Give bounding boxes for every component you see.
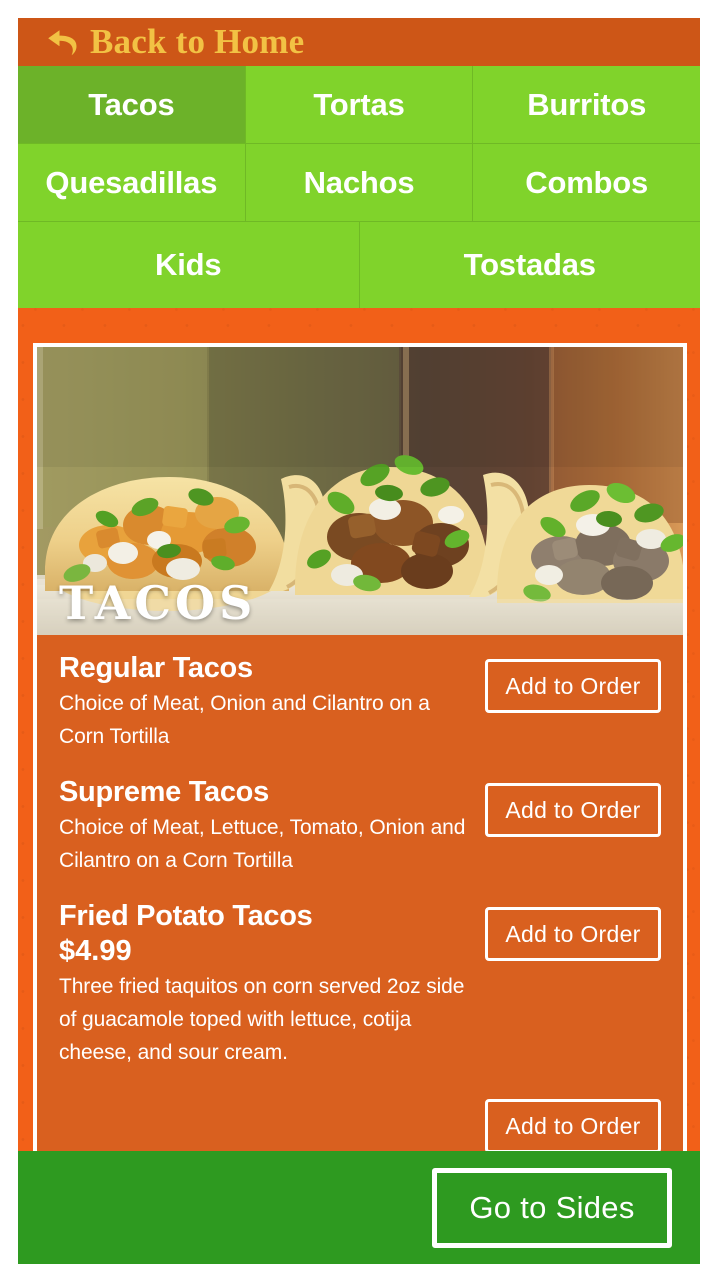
category-tab-row-1: Tacos Tortas Burritos xyxy=(18,66,701,144)
item-text-block: Supreme Tacos Choice of Meat, Lettuce, T… xyxy=(59,775,485,877)
add-to-order-button[interactable]: Add to Order xyxy=(485,783,661,837)
tab-tostadas[interactable]: Tostadas xyxy=(359,222,700,308)
back-arrow-icon xyxy=(48,30,77,56)
item-name: Supreme Tacos xyxy=(59,776,269,808)
item-text-block: Regular Tacos Choice of Meat, Onion and … xyxy=(59,651,485,753)
item-name: Regular Tacos xyxy=(59,652,253,684)
add-to-order-button[interactable]: Add to Order xyxy=(485,659,661,713)
add-to-order-button[interactable]: Add to Order xyxy=(485,1099,661,1151)
item-name: Fried Potato Tacos xyxy=(59,900,313,932)
back-to-home-button[interactable]: Back to Home xyxy=(18,18,700,66)
tab-nachos[interactable]: Nachos xyxy=(245,144,474,222)
tab-tacos[interactable]: Tacos xyxy=(18,66,246,144)
hero-title: TACOS xyxy=(59,576,257,630)
menu-item-regular-tacos: Regular Tacos Choice of Meat, Onion and … xyxy=(37,651,683,753)
item-description: Choice of Meat, Lettuce, Tomato, Onion a… xyxy=(59,816,466,872)
category-tab-grid: Tacos Tortas Burritos Quesadillas Nachos… xyxy=(18,66,701,308)
menu-scroll-panel[interactable]: TACOS Regular Tacos Choice of Meat, Onio… xyxy=(33,343,687,1151)
item-price: $4.99 xyxy=(59,935,132,967)
category-hero-image: TACOS xyxy=(37,347,683,635)
footer-bar: Go to Sides xyxy=(18,1151,700,1264)
tab-combos[interactable]: Combos xyxy=(473,144,701,222)
tab-quesadillas[interactable]: Quesadillas xyxy=(18,144,246,222)
item-description: Three fried taquitos on corn served 2oz … xyxy=(59,975,465,1064)
item-text-block: Fried Potato Tacos $4.99 Three fried taq… xyxy=(59,899,485,1069)
add-to-order-button[interactable]: Add to Order xyxy=(485,907,661,961)
category-tab-row-3: Kids Tostadas xyxy=(18,222,700,308)
app-root: Back to Home Tacos Tortas Burritos Quesa… xyxy=(0,0,720,1282)
tab-kids[interactable]: Kids xyxy=(18,222,360,308)
menu-item-list: Regular Tacos Choice of Meat, Onion and … xyxy=(37,635,683,1151)
menu-item-supreme-tacos: Supreme Tacos Choice of Meat, Lettuce, T… xyxy=(37,775,683,877)
menu-item-fried-potato-tacos: Fried Potato Tacos $4.99 Three fried taq… xyxy=(37,899,683,1069)
go-to-sides-button[interactable]: Go to Sides xyxy=(432,1167,672,1248)
menu-item-next-partial: Add to Order xyxy=(37,1091,683,1151)
item-description: Choice of Meat, Onion and Cilantro on a … xyxy=(59,692,430,748)
tab-tortas[interactable]: Tortas xyxy=(245,66,474,144)
back-to-home-label: Back to Home xyxy=(90,22,305,61)
tab-burritos[interactable]: Burritos xyxy=(473,66,701,144)
category-tab-row-2: Quesadillas Nachos Combos xyxy=(18,144,701,222)
